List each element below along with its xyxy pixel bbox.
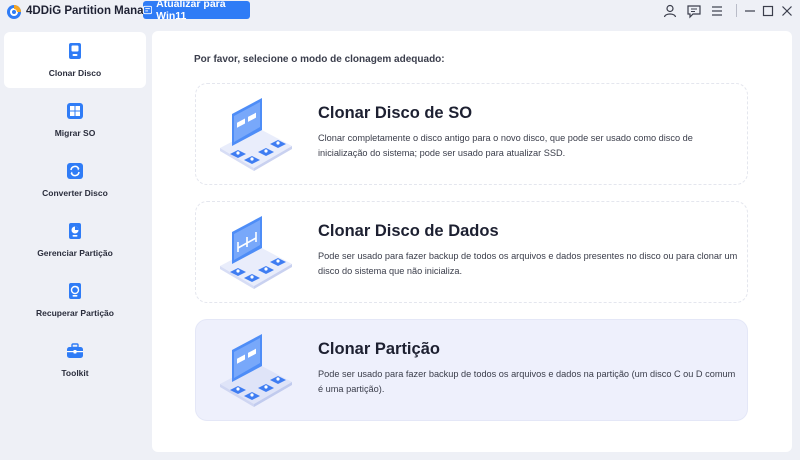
app-title: 4DDiG Partition Manager — [26, 5, 162, 17]
option-title: Clonar Disco de Dados — [318, 222, 499, 240]
titlebar-separator — [736, 4, 737, 17]
main-panel: Por favor, selecione o modo de clonagem … — [152, 31, 792, 452]
title-bar: 4DDiG Partition Manager Atualizar para W… — [0, 0, 800, 24]
option-description: Pode ser usado para fazer backup de todo… — [318, 369, 736, 394]
os-disk-clone-illustration-icon — [220, 98, 292, 171]
option-card-clone-partition[interactable]: Clonar Partição Pode ser usado para faze… — [195, 319, 748, 421]
toolkit-icon — [67, 343, 83, 358]
sidebar-item-clonar-disco[interactable]: Clonar Disco — [4, 32, 146, 88]
migrate-os-icon — [67, 103, 83, 119]
clone-mode-prompt: Por favor, selecione o modo de clonagem … — [194, 54, 445, 65]
recover-partition-icon — [69, 283, 81, 299]
sidebar-item-label: Toolkit — [61, 368, 89, 378]
upgrade-win11-label: Atualizar para Win11 — [156, 0, 226, 22]
option-card-clone-data-disk[interactable]: Clonar Disco de Dados Pode ser usado par… — [195, 201, 748, 303]
sidebar: Clonar Disco Migrar SO Converter Disco G… — [0, 30, 150, 460]
option-card-clone-os-disk[interactable]: Clonar Disco de SO Clonar completamente … — [195, 83, 748, 185]
sidebar-item-label: Gerenciar Partição — [37, 248, 113, 258]
option-title: Clonar Disco de SO — [318, 104, 473, 122]
convert-disk-icon — [67, 163, 83, 179]
feedback-icon[interactable] — [686, 3, 702, 19]
option-description: Pode ser usado para fazer backup de todo… — [318, 251, 738, 276]
option-description: Clonar completamente o disco antigo para… — [318, 133, 693, 158]
sidebar-item-label: Migrar SO — [54, 128, 96, 138]
sidebar-item-label: Clonar Disco — [48, 68, 102, 78]
sidebar-item-label: Recuperar Partição — [36, 308, 114, 318]
clone-disk-icon — [69, 43, 81, 59]
app-logo-icon — [7, 5, 21, 19]
sidebar-item-migrar-so[interactable]: Migrar SO — [4, 92, 146, 148]
sidebar-item-converter-disco[interactable]: Converter Disco — [4, 152, 146, 208]
upgrade-icon — [143, 5, 153, 15]
close-icon[interactable] — [779, 3, 795, 19]
sidebar-item-toolkit[interactable]: Toolkit — [4, 332, 146, 388]
upgrade-win11-button[interactable]: Atualizar para Win11 — [143, 0, 250, 22]
partition-clone-illustration-icon — [220, 334, 292, 407]
maximize-icon[interactable] — [760, 3, 776, 19]
sidebar-item-label: Converter Disco — [42, 188, 108, 198]
option-title: Clonar Partição — [318, 340, 440, 358]
sidebar-item-gerenciar-particao[interactable]: Gerenciar Partição — [4, 212, 146, 268]
menu-icon[interactable] — [709, 3, 725, 19]
manage-partition-icon — [69, 223, 81, 239]
minimize-icon[interactable] — [742, 3, 758, 19]
user-icon[interactable] — [662, 3, 678, 19]
data-disk-clone-illustration-icon — [220, 216, 292, 289]
sidebar-item-recuperar-particao[interactable]: Recuperar Partição — [4, 272, 146, 328]
